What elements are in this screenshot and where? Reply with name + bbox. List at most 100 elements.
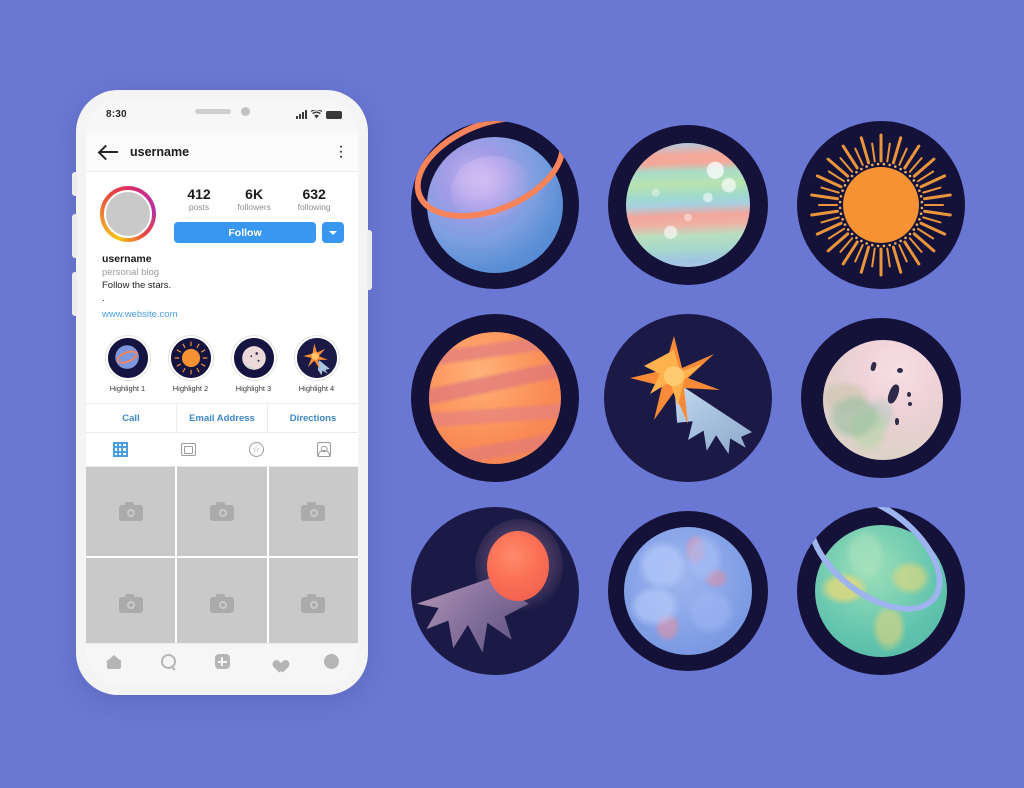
stat-posts[interactable]: 412 posts: [187, 186, 210, 212]
highlight-label: Highlight 4: [298, 384, 335, 394]
highlight-item[interactable]: Highlight 2: [165, 336, 217, 393]
stat-following[interactable]: 632 following: [298, 186, 331, 212]
stat-posts-count: 412: [187, 186, 211, 202]
nav-profile-button[interactable]: [323, 654, 339, 669]
phone-power-button[interactable]: [367, 230, 372, 290]
sticker-moon[interactable]: [801, 317, 962, 478]
menu-dots-icon[interactable]: [339, 145, 342, 158]
chevron-down-icon: [329, 230, 337, 235]
stat-followers-count: 6K: [245, 186, 264, 202]
photo-cell[interactable]: [177, 467, 267, 557]
highlight-label: Highlight 3: [235, 384, 272, 394]
sticker-shooting-star[interactable]: [603, 313, 772, 482]
stat-following-count: 632: [302, 186, 326, 202]
sticker-pastel-banded-planet[interactable]: [607, 124, 768, 285]
stat-posts-label: posts: [188, 202, 210, 213]
tab-grid[interactable]: [86, 433, 154, 466]
phone-mockup: 8:30 username 412 posts 6K followers 632…: [72, 90, 372, 695]
contact-buttons-row: Call Email Address Directions: [86, 403, 358, 434]
stat-followers[interactable]: 6K followers: [237, 186, 271, 212]
bio-name: username: [102, 253, 152, 266]
planet-body: [623, 527, 752, 656]
camera-icon: [118, 593, 143, 613]
back-arrow-icon[interactable]: [100, 145, 118, 159]
highlight-label: Highlight 2: [172, 384, 209, 394]
tab-igtv[interactable]: [154, 433, 222, 466]
photo-cell[interactable]: [268, 558, 358, 648]
photo-cell[interactable]: [177, 558, 267, 648]
follow-button[interactable]: Follow: [174, 222, 316, 244]
signal-bars-icon: [296, 110, 307, 119]
phone-volume-down-button[interactable]: [72, 272, 77, 316]
phone-notch: [163, 100, 281, 122]
tab-tagged[interactable]: [290, 433, 358, 466]
email-address-button[interactable]: Email Address: [176, 404, 267, 433]
stats-row: 412 posts 6K followers 632 following: [174, 186, 344, 212]
highlight-moon-icon: [231, 336, 276, 381]
add-post-icon: [214, 654, 230, 669]
nav-home-button[interactable]: [105, 654, 122, 669]
nav-search-button[interactable]: [160, 654, 176, 669]
moon-texture: [823, 339, 944, 460]
status-icons: [296, 110, 342, 119]
highlight-item[interactable]: Highlight 4: [291, 336, 343, 393]
sticker-blue-watercolor-planet[interactable]: [607, 511, 768, 672]
sticker-comet[interactable]: [410, 507, 579, 676]
header-username: username: [130, 144, 190, 159]
highlight-ringed-planet-icon: [105, 336, 150, 381]
sticker-ringed-blue-planet[interactable]: [410, 120, 579, 289]
photo-cell[interactable]: [86, 558, 176, 648]
planet-bands: [428, 331, 561, 464]
front-camera-icon: [240, 106, 250, 116]
directions-button[interactable]: Directions: [267, 404, 358, 433]
phone-silent-switch[interactable]: [72, 172, 77, 196]
tab-reels[interactable]: ☆: [222, 433, 290, 466]
sticker-green-ringed-planet[interactable]: [797, 507, 966, 676]
home-icon: [105, 654, 122, 669]
highlight-item[interactable]: Highlight 1: [102, 336, 154, 393]
profile-header: username: [86, 132, 358, 172]
photo-grid: [86, 467, 358, 648]
phone-screen: 8:30 username 412 posts 6K followers 632…: [86, 100, 358, 685]
wifi-icon: [311, 110, 322, 119]
story-highlights: Highlight 1 Highlight 2 Highlight 3 High…: [86, 322, 358, 403]
avatar[interactable]: [100, 186, 156, 242]
planet-body: [428, 331, 561, 464]
bio-category: personal blog: [102, 267, 160, 279]
call-button[interactable]: Call: [86, 404, 176, 432]
nav-add-button[interactable]: [214, 654, 230, 669]
nav-activity-button[interactable]: [269, 655, 285, 669]
tagged-person-icon: [317, 442, 331, 458]
highlight-item[interactable]: Highlight 3: [228, 336, 280, 393]
planet-body: [823, 339, 944, 460]
content-tabs: ☆: [86, 433, 358, 468]
highlight-shooting-star-icon: [294, 336, 339, 381]
bio-website-link[interactable]: www.website.com: [102, 309, 178, 320]
tv-icon: [180, 443, 196, 457]
bio-line-2: .: [102, 293, 105, 305]
photo-cell[interactable]: [268, 467, 358, 557]
sticker-jupiter-planet[interactable]: [410, 313, 579, 482]
phone-volume-up-button[interactable]: [72, 214, 77, 258]
camera-icon: [118, 502, 143, 522]
bottom-navigation: [86, 643, 358, 685]
avatar-image: [104, 190, 152, 238]
camera-icon: [301, 593, 326, 613]
planet-sticker-grid: [398, 108, 978, 688]
sticker-sun-with-rays[interactable]: [797, 120, 966, 289]
profile-summary: 412 posts 6K followers 632 following Fol…: [86, 172, 358, 244]
stat-following-label: following: [297, 202, 331, 213]
heart-icon: [269, 655, 285, 669]
follow-dropdown-button[interactable]: [322, 222, 344, 244]
speaker-grill: [194, 108, 231, 114]
camera-icon: [301, 502, 326, 522]
photo-cell[interactable]: [86, 467, 176, 557]
planet-spots: [625, 142, 750, 267]
highlight-sun-icon: [168, 336, 213, 381]
bio-block: username personal blog Follow the stars.…: [86, 243, 358, 322]
battery-icon: [326, 111, 342, 119]
sun-core: [843, 166, 920, 243]
camera-icon: [210, 593, 235, 613]
camera-icon: [210, 502, 235, 522]
reels-star-icon: ☆: [248, 442, 264, 458]
